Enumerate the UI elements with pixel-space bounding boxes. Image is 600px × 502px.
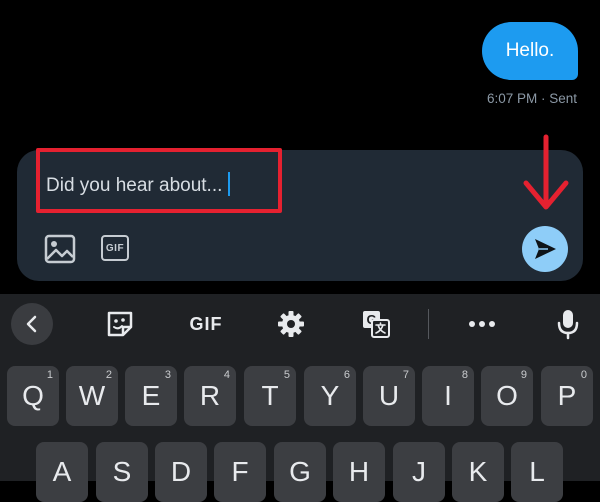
translate-icon: G xyxy=(363,311,390,338)
key-hint: 8 xyxy=(461,369,468,381)
key-label: L xyxy=(529,456,545,487)
on-screen-keyboard: GIF G Q 1 W 2 E 3 R 4 T 5 Y 6 U 7 I 8 O … xyxy=(0,294,600,502)
gear-icon xyxy=(278,311,304,337)
key-i[interactable]: I8 xyxy=(422,366,474,426)
more-options-button[interactable] xyxy=(462,304,502,344)
key-label: A xyxy=(52,456,72,487)
more-icon xyxy=(469,321,495,327)
toolbar-divider xyxy=(428,309,429,339)
key-g[interactable]: G xyxy=(274,442,326,502)
key-u[interactable]: U7 xyxy=(363,366,415,426)
key-f[interactable]: F xyxy=(214,442,266,502)
key-t[interactable]: T5 xyxy=(244,366,296,426)
key-q[interactable]: Q1 xyxy=(7,366,59,426)
microphone-icon xyxy=(557,310,579,340)
key-label: E xyxy=(141,380,161,411)
key-r[interactable]: R4 xyxy=(184,366,236,426)
key-label: I xyxy=(444,380,452,411)
key-h[interactable]: H xyxy=(333,442,385,502)
key-label: S xyxy=(112,456,132,487)
translate-button[interactable]: G xyxy=(356,304,396,344)
key-d[interactable]: D xyxy=(155,442,207,502)
message-status: 6:07 PM · Sent xyxy=(486,91,577,106)
key-label: H xyxy=(348,456,370,487)
key-label: U xyxy=(378,380,400,411)
key-y[interactable]: Y6 xyxy=(304,366,356,426)
key-hint: 0 xyxy=(580,369,587,381)
key-hint: 9 xyxy=(520,369,527,381)
key-j[interactable]: J xyxy=(393,442,445,502)
key-hint: 3 xyxy=(164,369,171,381)
key-label: K xyxy=(468,456,488,487)
key-l[interactable]: L xyxy=(511,442,563,502)
key-label: T xyxy=(261,380,279,411)
key-hint: 1 xyxy=(46,369,53,381)
key-label: Q xyxy=(22,380,44,411)
key-hint: 7 xyxy=(402,369,409,381)
arrow-down-annotation xyxy=(523,134,569,210)
key-label: P xyxy=(557,380,577,411)
key-label: G xyxy=(289,456,311,487)
key-k[interactable]: K xyxy=(452,442,504,502)
key-hint: 5 xyxy=(283,369,290,381)
key-hint: 4 xyxy=(223,369,230,381)
send-button[interactable] xyxy=(522,226,568,272)
image-icon xyxy=(44,234,76,264)
add-image-button[interactable] xyxy=(43,232,77,266)
gif-keyboard-label: GIF xyxy=(189,313,223,334)
key-label: W xyxy=(78,380,106,411)
chevron-left-icon xyxy=(26,315,37,333)
key-label: Y xyxy=(320,380,340,411)
message-text: Hello. xyxy=(505,40,555,61)
keyboard-back-button[interactable] xyxy=(11,303,53,345)
message-bubble[interactable]: Hello. xyxy=(482,22,578,80)
key-label: D xyxy=(170,456,192,487)
key-label: R xyxy=(199,380,221,411)
settings-button[interactable] xyxy=(271,304,311,344)
input-highlight-box xyxy=(36,148,282,213)
key-e[interactable]: E3 xyxy=(125,366,177,426)
sticker-button[interactable] xyxy=(100,304,140,344)
key-o[interactable]: O9 xyxy=(481,366,533,426)
add-gif-button[interactable]: GIF xyxy=(101,235,129,261)
key-hint: 2 xyxy=(105,369,112,381)
key-p[interactable]: P0 xyxy=(541,366,593,426)
sticker-icon xyxy=(107,311,133,337)
send-icon xyxy=(535,239,556,259)
voice-input-button[interactable] xyxy=(548,304,588,344)
key-label: J xyxy=(412,456,426,487)
key-w[interactable]: W2 xyxy=(66,366,118,426)
gif-icon: GIF xyxy=(105,242,125,254)
key-label: F xyxy=(231,456,249,487)
key-label: O xyxy=(496,380,518,411)
key-hint: 6 xyxy=(343,369,350,381)
key-a[interactable]: A xyxy=(36,442,88,502)
key-s[interactable]: S xyxy=(96,442,148,502)
gif-keyboard-button[interactable]: GIF xyxy=(182,304,230,344)
